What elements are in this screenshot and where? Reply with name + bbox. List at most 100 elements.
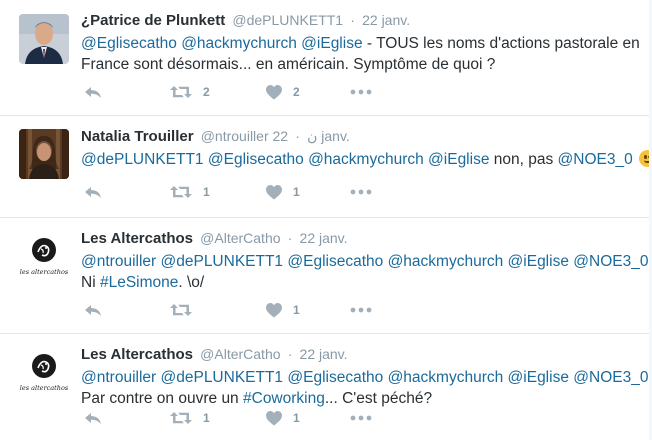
more-button[interactable] (350, 89, 372, 95)
tweet-actions: 1 1 (84, 182, 372, 202)
avatar[interactable] (19, 14, 69, 64)
mention-link[interactable]: @Eglisecatho (287, 369, 383, 386)
reply-icon (85, 187, 101, 198)
retweet-count: 1 (203, 411, 210, 425)
tweet-actions: 2 2 (84, 82, 372, 102)
tweet-text-line: Par contre on ouvre un #Coworking... C'e… (81, 388, 642, 409)
reply-button[interactable] (84, 85, 170, 99)
header-separator: · (295, 128, 300, 144)
altercathos-logo-icon: les altercathos (19, 347, 69, 397)
tweet-text-line: @ntrouiller @dePLUNKETT1 @Eglisecatho @h… (81, 251, 648, 272)
avatar[interactable]: les altercathos (19, 231, 69, 281)
author-screenname[interactable]: @dePLUNKETT1 (232, 12, 343, 28)
mention-link[interactable]: @iEglise (428, 151, 489, 168)
tweet-timeline: ¿Patrice de Plunkett @dePLUNKETT1 · 22 j… (0, 0, 652, 440)
mention-link[interactable]: @hackmychurch (181, 35, 297, 52)
mention-link[interactable]: @hackmychurch (388, 253, 504, 270)
mention-link[interactable]: @iEglise (508, 369, 569, 386)
like-count: 2 (293, 85, 300, 99)
like-count: 1 (293, 411, 300, 425)
retweet-count: 1 (203, 185, 210, 199)
mention-link[interactable]: @dePLUNKETT1 (161, 253, 284, 270)
tweet-text: @Eglisecatho @hackmychurch @iEglise - TO… (81, 33, 642, 75)
mention-link[interactable]: @Eglisecatho (287, 253, 383, 270)
reply-icon (85, 87, 101, 98)
more-dots-icon (350, 89, 372, 95)
avatar[interactable]: les altercathos (19, 347, 69, 397)
heart-icon (266, 410, 282, 425)
tweet-text-line: France sont désormais... en américain. S… (81, 56, 496, 73)
header-separator: · (287, 346, 293, 362)
mention-link[interactable]: @NOE3_0 (558, 151, 633, 168)
tweet-text-line: @Eglisecatho @hackmychurch @iEglise - TO… (81, 33, 642, 54)
like-count: 1 (293, 185, 300, 199)
more-button[interactable] (350, 415, 372, 421)
text-span: Par contre on ouvre un (81, 390, 243, 407)
mention-link[interactable]: @NOE3_0 (573, 369, 648, 386)
author-fullname[interactable]: Les Altercathos (81, 230, 193, 247)
like-button[interactable]: 1 (266, 184, 350, 200)
like-button[interactable]: 1 (266, 302, 350, 318)
mention-link[interactable]: @ntrouiller (81, 253, 156, 270)
mention-link[interactable]: @dePLUNKETT1 (161, 369, 284, 386)
heart-icon (266, 84, 282, 99)
mention-link[interactable]: @iEglise (301, 35, 362, 52)
author-fullname[interactable]: Natalia Trouiller (81, 128, 194, 145)
text-span: non, pas (489, 151, 558, 168)
author-screenname[interactable]: @AlterCatho (200, 346, 280, 362)
reply-button[interactable] (84, 411, 170, 425)
mention-link[interactable]: @iEglise (508, 253, 569, 270)
reply-button[interactable] (84, 303, 170, 317)
author-fullname[interactable]: ¿Patrice de Plunkett (81, 12, 225, 29)
tweet-timestamp[interactable]: 22 janv. (300, 230, 348, 246)
more-button[interactable] (350, 307, 372, 313)
author-screenname[interactable]: @AlterCatho (200, 230, 280, 246)
text-span: - TOUS les noms d'actions pastorale en (362, 35, 640, 52)
tweet-actions: 1 (84, 300, 372, 320)
tweet-header: Les Altercathos @AlterCatho · 22 janv. (81, 228, 642, 249)
tweet[interactable]: les altercathos Les Altercathos @AlterCa… (0, 218, 652, 334)
mention-link[interactable]: @NOE3_0 (573, 253, 648, 270)
svg-text:les altercathos: les altercathos (20, 268, 69, 276)
tweet-timestamp[interactable]: 22 janv. (362, 12, 410, 28)
tweet-timestamp[interactable]: 22 janv. (300, 346, 348, 362)
mention-link[interactable]: @dePLUNKETT1 (81, 151, 204, 168)
retweet-button[interactable]: 1 (170, 185, 266, 199)
text-span: . \o/ (178, 274, 205, 291)
header-separator: · (287, 230, 293, 246)
tweet-text-line: @ntrouiller @dePLUNKETT1 @Eglisecatho @h… (81, 367, 648, 388)
tweet-text-line: @dePLUNKETT1 @Eglisecatho @hackmychurch … (81, 149, 652, 170)
retweet-button[interactable]: 1 (170, 411, 266, 425)
reply-button[interactable] (84, 185, 170, 199)
tweet-actions: 1 1 (84, 408, 372, 428)
more-dots-icon (350, 307, 372, 313)
tweet[interactable]: Natalia Trouiller @ntrouiller ن · 22 jan… (0, 116, 652, 218)
portrait-photo-icon (19, 14, 69, 64)
tweet-text: @dePLUNKETT1 @Eglisecatho @hackmychurch … (81, 149, 652, 170)
tweet[interactable]: les altercathos Les Altercathos @AlterCa… (0, 334, 652, 440)
retweet-button[interactable]: 2 (170, 85, 266, 99)
like-button[interactable]: 2 (266, 84, 350, 100)
altercathos-logo-icon: les altercathos (19, 231, 69, 281)
retweet-button[interactable] (170, 303, 266, 317)
like-button[interactable]: 1 (266, 410, 350, 426)
header-separator: · (350, 12, 355, 28)
hashtag-link[interactable]: #LeSimone (100, 274, 178, 291)
reply-icon (85, 413, 101, 424)
avatar[interactable] (19, 129, 69, 179)
screenname-handle: @ntrouiller (200, 128, 269, 144)
mention-link[interactable]: @Eglisecatho (208, 151, 304, 168)
mention-link[interactable]: @ntrouiller (81, 369, 156, 386)
more-button[interactable] (350, 189, 372, 195)
hashtag-link[interactable]: #Coworking (243, 390, 325, 407)
retweet-icon (170, 86, 192, 98)
mention-link[interactable]: @hackmychurch (388, 369, 504, 386)
mention-link[interactable]: @hackmychurch (308, 151, 424, 168)
tweet-text: @ntrouiller @dePLUNKETT1 @Eglisecatho @h… (81, 251, 648, 293)
tweet[interactable]: ¿Patrice de Plunkett @dePLUNKETT1 · 22 j… (0, 0, 652, 116)
tweet-header: ¿Patrice de Plunkett @dePLUNKETT1 · 22 j… (81, 10, 642, 31)
mention-link[interactable]: @Eglisecatho (81, 35, 177, 52)
more-dots-icon (350, 189, 372, 195)
more-dots-icon (350, 415, 372, 421)
author-fullname[interactable]: Les Altercathos (81, 346, 193, 363)
